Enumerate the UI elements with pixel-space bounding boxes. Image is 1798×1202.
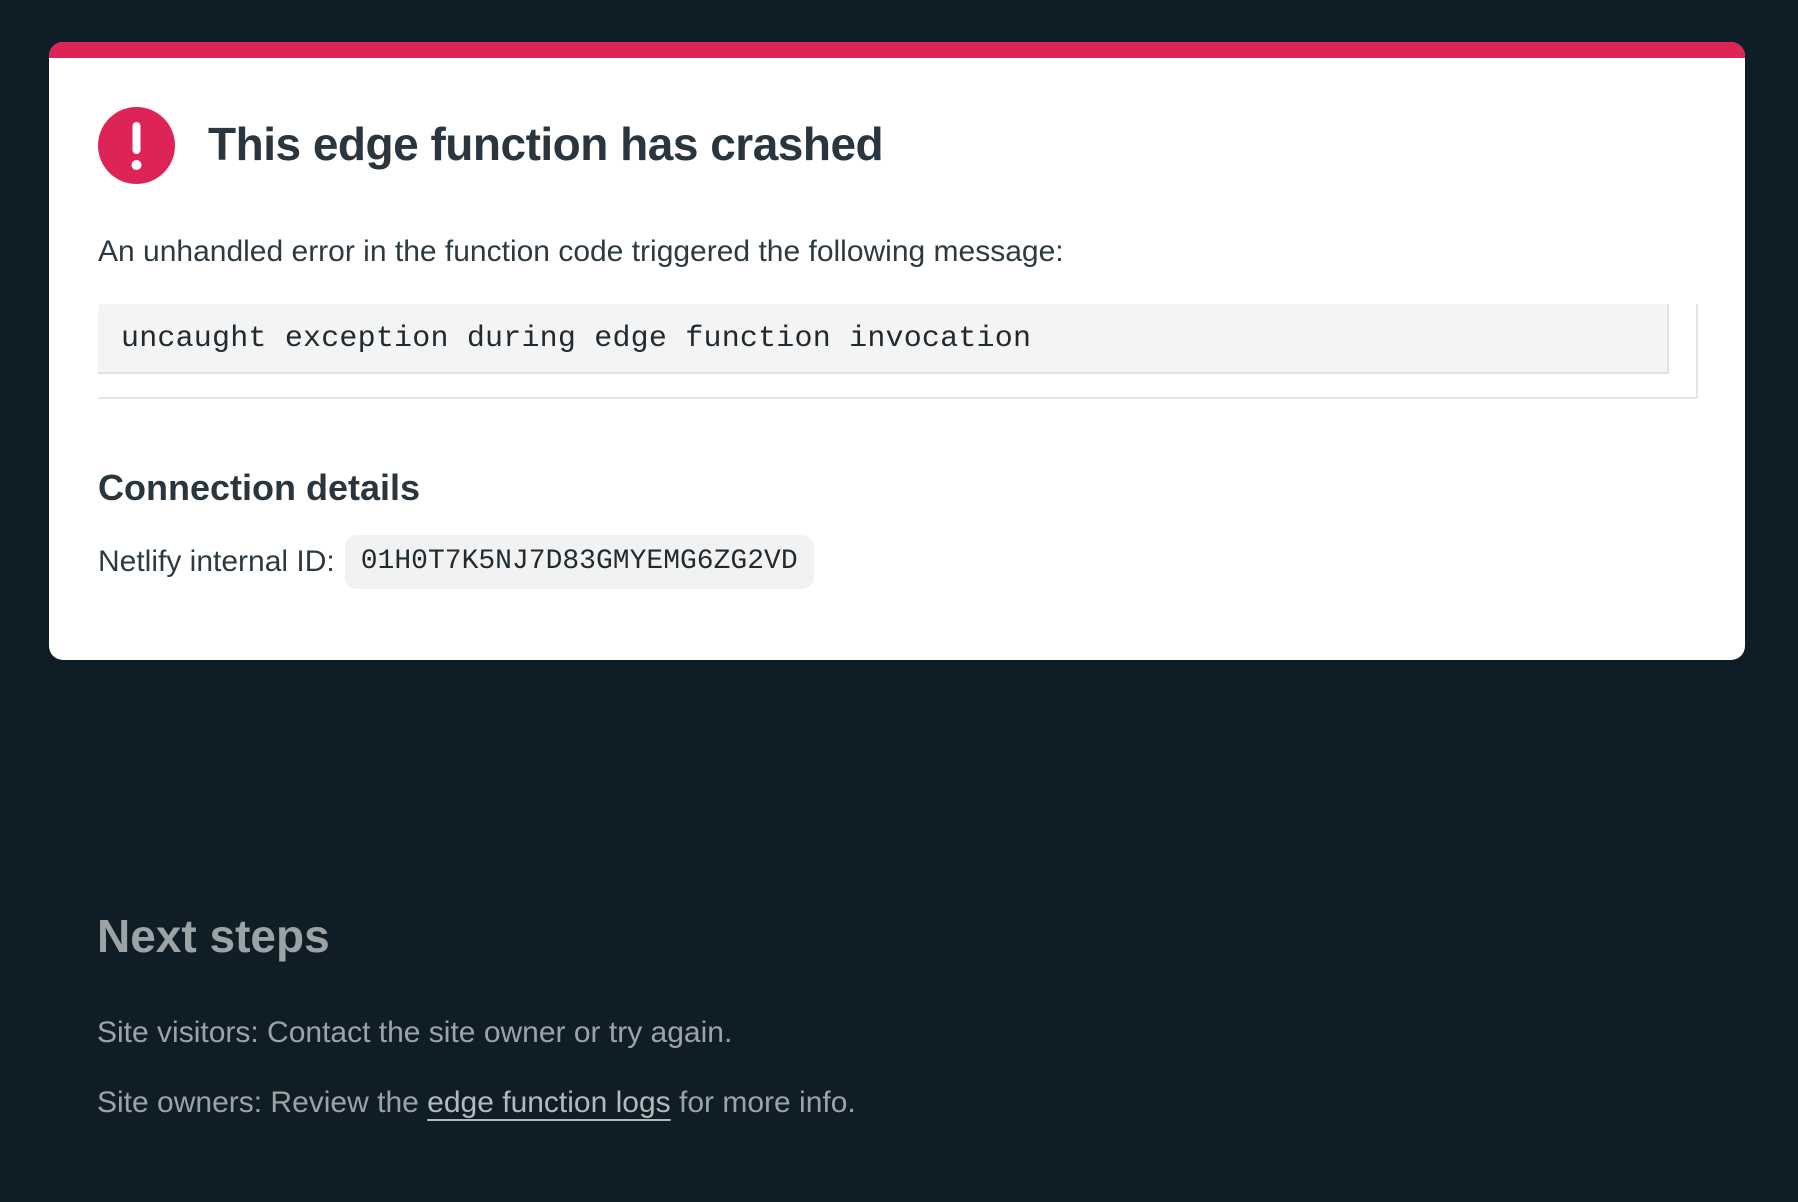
site-owners-prefix: Site owners: Review the [97,1086,428,1119]
site-visitors-text: Site visitors: Contact the site owner or… [97,1016,733,1049]
internal-id-value: 01H0T7K5NJ7D83GMYEMG6ZG2VD [344,535,814,589]
page-title: This edge function has crashed [208,118,884,170]
error-message-container: uncaught exception during edge function … [98,304,1698,399]
connection-details-heading: Connection details [98,467,421,508]
error-message-block: uncaught exception during edge function … [98,304,1669,374]
edge-function-logs-link[interactable]: edge function logs [427,1086,671,1119]
error-card: This edge function has crashed An unhand… [49,42,1745,660]
error-accent-bar [49,42,1745,58]
site-owners-text: Site owners: Review the edge function lo… [97,1083,856,1123]
internal-id-row: Netlify internal ID: 01H0T7K5NJ7D83GMYEM… [98,534,814,590]
error-intro-text: An unhandled error in the function code … [98,235,1064,268]
next-steps-heading: Next steps [97,910,330,962]
site-owners-suffix: for more info. [670,1086,856,1119]
internal-id-label: Netlify internal ID: [98,545,335,578]
error-message-text: uncaught exception during edge function … [121,322,1032,356]
exclamation-circle-icon [98,107,175,184]
